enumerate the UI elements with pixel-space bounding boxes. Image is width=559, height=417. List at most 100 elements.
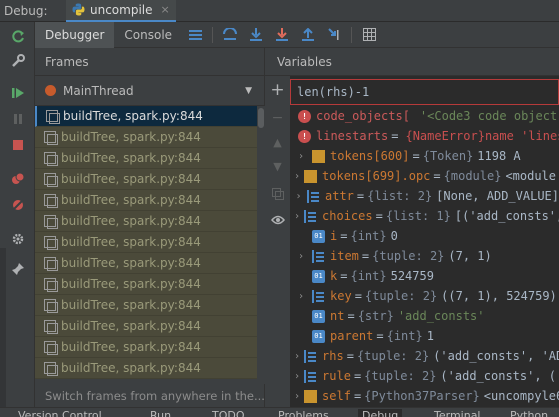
debug-side-toolbar bbox=[0, 22, 35, 417]
variable-row[interactable]: › tokens[600] = {Token} 1198 A bbox=[290, 146, 559, 166]
frame-row[interactable]: buildTree, spark.py:844 bbox=[35, 358, 257, 379]
frame-icon bbox=[44, 341, 58, 355]
pause-icon[interactable] bbox=[0, 108, 35, 130]
int-icon: 01 bbox=[312, 269, 325, 283]
stop-icon[interactable] bbox=[0, 134, 35, 156]
terminal-tab[interactable]: Terminal bbox=[434, 409, 481, 417]
frames-hint: Switch frames from anywhere in the... bbox=[45, 388, 265, 403]
scrollbar-thumb[interactable] bbox=[258, 108, 264, 128]
equals-sign: = bbox=[353, 389, 362, 403]
variable-row[interactable]: 01 parent = {int} 1 bbox=[290, 326, 559, 346]
equals-sign: = bbox=[356, 189, 365, 203]
wrench-icon[interactable] bbox=[0, 50, 35, 72]
frame-row[interactable]: buildTree, spark.py:844 bbox=[35, 169, 257, 190]
debug-tab[interactable]: Debug bbox=[358, 409, 403, 417]
int-icon: 01 bbox=[312, 329, 325, 343]
step-out-icon[interactable] bbox=[295, 22, 321, 48]
frame-row[interactable]: buildTree, spark.py:844 bbox=[35, 106, 257, 127]
variable-row[interactable]: 01 nt = {str}'add_consts' bbox=[290, 306, 559, 326]
frame-icon bbox=[44, 215, 58, 229]
frame-row[interactable]: buildTree, spark.py:844 bbox=[35, 211, 257, 232]
frame-row[interactable]: buildTree, spark.py:844 bbox=[35, 148, 257, 169]
tab-debugger[interactable]: Debugger bbox=[35, 21, 115, 48]
variable-row[interactable]: ! linestarts= {NameError}name 'linestart bbox=[290, 126, 559, 146]
variable-row[interactable]: 01 k = {int} 524759 bbox=[290, 266, 559, 286]
duplicate-icon[interactable] bbox=[265, 184, 290, 204]
problems-tab[interactable]: Problems bbox=[278, 409, 329, 417]
str-icon: 01 bbox=[312, 309, 325, 323]
frame-row[interactable]: buildTree, spark.py:844 bbox=[35, 316, 257, 337]
evaluate-table-icon[interactable] bbox=[356, 22, 382, 48]
variable-row[interactable]: › self={Python37Parser}<uncompyle6.p bbox=[290, 386, 559, 406]
variable-row[interactable]: › key = {tuple: 2} ((7, 1), 524759) bbox=[290, 286, 559, 306]
variables-header: Variables bbox=[265, 48, 559, 76]
move-down-icon[interactable]: ▼ bbox=[265, 156, 290, 176]
version-control-tab[interactable]: Version Control bbox=[18, 409, 102, 417]
mute-breakpoints-icon[interactable] bbox=[0, 194, 35, 216]
frames-scrollbar[interactable] bbox=[257, 106, 265, 384]
frame-row[interactable]: buildTree, spark.py:844 bbox=[35, 274, 257, 295]
expand-arrow-icon[interactable]: › bbox=[294, 291, 308, 302]
variable-row[interactable]: › rhs={tuple: 2}('add_consts', 'ADD_VAL bbox=[290, 346, 559, 366]
expand-arrow-icon[interactable]: › bbox=[294, 171, 300, 182]
list-icon bbox=[312, 249, 325, 263]
rerun-icon[interactable] bbox=[0, 26, 35, 48]
frame-row[interactable]: buildTree, spark.py:844 bbox=[35, 253, 257, 274]
frame-row[interactable]: buildTree, spark.py:844 bbox=[35, 127, 257, 148]
variable-row[interactable]: › rule={tuple: 2}('add_consts', ('add_co bbox=[290, 366, 559, 386]
remove-watch-icon[interactable]: − bbox=[265, 108, 290, 128]
expand-arrow-icon[interactable]: › bbox=[294, 371, 300, 382]
frame-row[interactable]: buildTree, spark.py:844 bbox=[35, 190, 257, 211]
thread-selector[interactable]: MainThread ▼ bbox=[35, 76, 264, 106]
evaluate-expression-input[interactable]: len(rhs)-1 bbox=[290, 79, 559, 105]
variable-row[interactable]: › attr = {list: 2} [None, ADD_VALUE] bbox=[290, 186, 559, 206]
run-to-cursor-icon[interactable] bbox=[321, 22, 347, 48]
move-up-icon[interactable]: ▲ bbox=[265, 132, 290, 152]
variable-row[interactable]: › choices={list: 1}[('add_consts', ('add_… bbox=[290, 206, 559, 226]
expand-arrow-icon[interactable]: › bbox=[294, 191, 303, 202]
frame-icon bbox=[44, 194, 58, 208]
expand-arrow-icon[interactable]: › bbox=[294, 391, 300, 402]
variable-row[interactable]: › item = {tuple: 2} (7, 1) bbox=[290, 246, 559, 266]
variable-value: ((7, 1), 524759) bbox=[441, 289, 557, 303]
tab-console[interactable]: Console bbox=[114, 22, 182, 48]
variable-name: self bbox=[322, 389, 351, 403]
expand-arrow-icon[interactable]: › bbox=[294, 251, 308, 262]
variable-name: code_objects[ bbox=[316, 109, 410, 123]
expand-arrow-icon[interactable]: › bbox=[294, 211, 300, 222]
variable-row[interactable]: ! code_objects['<Code3 code object <m bbox=[290, 106, 559, 126]
run-config-tab[interactable]: uncompile × bbox=[66, 0, 176, 22]
frame-row[interactable]: buildTree, spark.py:844 bbox=[35, 337, 257, 358]
variable-name: tokens[600] bbox=[330, 149, 410, 163]
variable-type: {Token} bbox=[422, 149, 474, 163]
resume-icon[interactable] bbox=[0, 82, 35, 104]
expand-arrow-icon[interactable]: › bbox=[294, 351, 300, 362]
add-watch-icon[interactable]: + bbox=[265, 80, 290, 100]
menu-lines-icon[interactable] bbox=[182, 22, 208, 48]
python-console-tab[interactable]: Python bbox=[510, 409, 548, 417]
equals-sign: = bbox=[353, 369, 362, 383]
variables-side-toolbar: + − ▲ ▼ bbox=[265, 48, 290, 407]
step-into-my-code-icon[interactable] bbox=[269, 22, 295, 48]
field-icon bbox=[304, 389, 318, 403]
variables-panel: Variables len(rhs)-1 ! code_objects['<Cod… bbox=[265, 48, 559, 407]
step-into-icon[interactable] bbox=[243, 22, 269, 48]
close-icon[interactable]: × bbox=[161, 3, 170, 16]
step-over-icon[interactable] bbox=[217, 22, 243, 48]
frame-row[interactable]: buildTree, spark.py:844 bbox=[35, 232, 257, 253]
error-icon: ! bbox=[298, 129, 311, 143]
frame-row[interactable]: buildTree, spark.py:844 bbox=[35, 295, 257, 316]
view-breakpoints-icon[interactable] bbox=[0, 168, 35, 190]
variable-type: {list: 2} bbox=[367, 189, 433, 203]
settings-gear-icon[interactable] bbox=[0, 228, 35, 250]
equals-sign: = bbox=[340, 269, 348, 283]
todo-tab[interactable]: TODO bbox=[212, 409, 245, 417]
expand-arrow-icon[interactable]: › bbox=[294, 151, 308, 162]
run-tab[interactable]: Run bbox=[150, 409, 171, 417]
variable-row[interactable]: › tokens[699].opc={module}<module ' bbox=[290, 166, 559, 186]
list-icon bbox=[304, 349, 317, 363]
variable-row[interactable]: 01 i = {int} 0 bbox=[290, 226, 559, 246]
chevron-down-icon[interactable]: ▼ bbox=[245, 86, 252, 96]
eye-icon[interactable] bbox=[265, 210, 290, 230]
variable-name: linestarts bbox=[316, 129, 389, 143]
